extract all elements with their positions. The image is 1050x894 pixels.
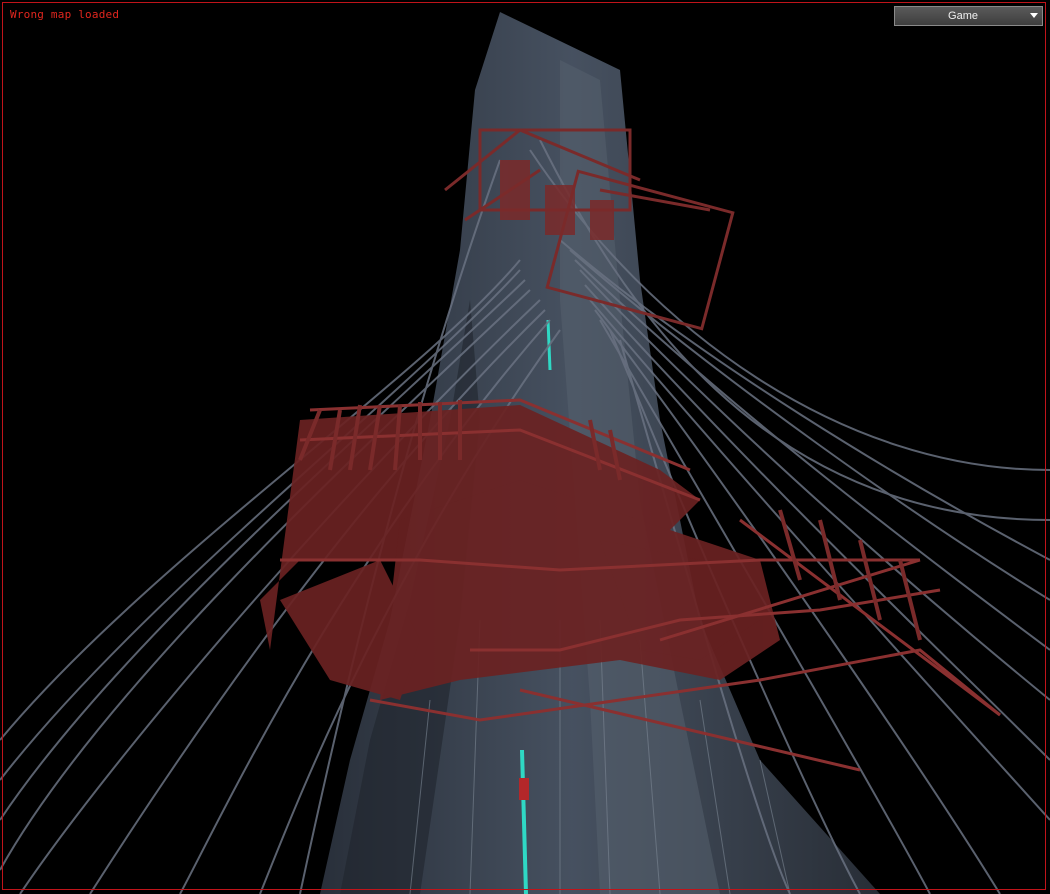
- status-message: Wrong map loaded: [10, 8, 120, 21]
- red-marker: [519, 778, 529, 800]
- chevron-down-icon: [1030, 13, 1038, 18]
- mode-select-value: Game: [948, 10, 978, 22]
- game-viewport[interactable]: Wrong map loaded Game: [0, 0, 1050, 894]
- mode-select-dropdown[interactable]: Game: [894, 6, 1043, 26]
- main-platform: [260, 405, 780, 700]
- 3d-scene-view[interactable]: [0, 0, 1050, 894]
